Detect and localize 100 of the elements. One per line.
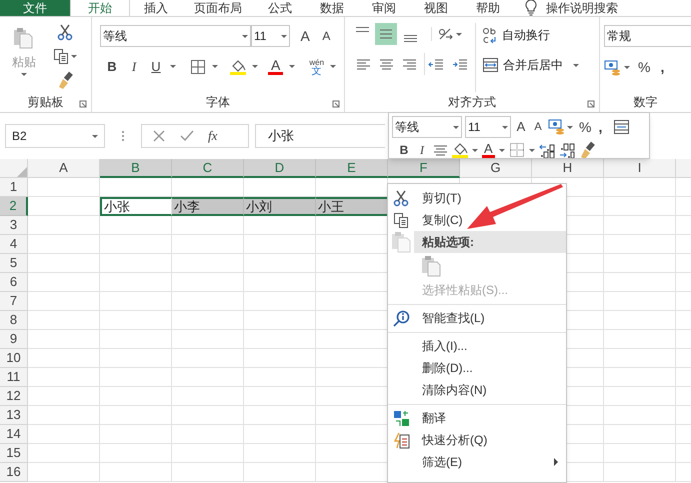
- table-cell[interactable]: [172, 235, 244, 254]
- table-cell[interactable]: [244, 463, 316, 482]
- column-header[interactable]: C: [172, 159, 244, 178]
- table-cell[interactable]: [604, 330, 676, 349]
- ribbon-tab[interactable]: 页面布局: [182, 0, 254, 16]
- table-cell[interactable]: [172, 216, 244, 235]
- table-cell[interactable]: [172, 425, 244, 444]
- ribbon-tab[interactable]: 开始: [70, 0, 130, 16]
- table-cell[interactable]: [244, 444, 316, 463]
- menu-item[interactable]: 翻译: [414, 409, 566, 427]
- table-cell[interactable]: [28, 368, 100, 387]
- table-cell[interactable]: [604, 311, 676, 330]
- table-cell[interactable]: [604, 425, 676, 444]
- name-box[interactable]: B2: [5, 124, 105, 148]
- table-cell[interactable]: 小李: [172, 197, 244, 216]
- row-header[interactable]: 9: [0, 330, 28, 349]
- table-cell[interactable]: [28, 330, 100, 349]
- table-cell[interactable]: [28, 349, 100, 368]
- file-tab[interactable]: 文件: [0, 0, 70, 16]
- table-cell[interactable]: [172, 330, 244, 349]
- table-cell[interactable]: [604, 387, 676, 406]
- table-cell[interactable]: [604, 273, 676, 292]
- table-cell[interactable]: [604, 349, 676, 368]
- table-cell[interactable]: [28, 425, 100, 444]
- menu-item[interactable]: 删除(D)...: [414, 359, 566, 377]
- phonetic-button[interactable]: wén 文: [309, 58, 324, 76]
- table-cell[interactable]: [244, 368, 316, 387]
- table-cell[interactable]: [604, 368, 676, 387]
- search-hint[interactable]: 操作说明搜索: [546, 0, 618, 16]
- table-cell[interactable]: [244, 330, 316, 349]
- row-header[interactable]: 7: [0, 292, 28, 311]
- table-cell[interactable]: [100, 349, 172, 368]
- formula-input[interactable]: 小张: [255, 124, 385, 148]
- table-cell[interactable]: [100, 368, 172, 387]
- row-header[interactable]: 4: [0, 235, 28, 254]
- table-cell[interactable]: [244, 406, 316, 425]
- menu-item[interactable]: 快速分析(Q): [414, 431, 566, 449]
- table-cell[interactable]: [100, 425, 172, 444]
- percent-button[interactable]: %: [579, 116, 592, 138]
- row-header[interactable]: 5: [0, 254, 28, 273]
- menu-item[interactable]: 插入(I)...: [414, 337, 566, 355]
- table-cell[interactable]: [100, 387, 172, 406]
- table-cell[interactable]: [172, 444, 244, 463]
- column-header[interactable]: F: [388, 159, 460, 178]
- table-cell[interactable]: [244, 292, 316, 311]
- underline-button[interactable]: U: [148, 57, 164, 76]
- italic-button[interactable]: I: [415, 141, 429, 158]
- row-header[interactable]: 1: [0, 178, 28, 197]
- table-cell[interactable]: [604, 216, 676, 235]
- font-color-button[interactable]: A: [268, 58, 284, 76]
- table-cell[interactable]: [604, 254, 676, 273]
- menu-item[interactable]: 复制(C): [414, 211, 566, 229]
- table-cell[interactable]: [28, 178, 100, 197]
- row-header[interactable]: 12: [0, 387, 28, 406]
- grow-font-button[interactable]: A: [296, 26, 315, 46]
- table-cell[interactable]: 小王: [316, 197, 388, 216]
- shrink-font-button[interactable]: A: [531, 118, 545, 136]
- row-header[interactable]: 15: [0, 444, 28, 463]
- font-color-button[interactable]: A: [482, 142, 495, 158]
- row-header[interactable]: 10: [0, 349, 28, 368]
- table-cell[interactable]: [172, 292, 244, 311]
- table-cell[interactable]: [28, 311, 100, 330]
- bold-button[interactable]: B: [104, 57, 120, 76]
- table-cell[interactable]: [28, 292, 100, 311]
- table-cell[interactable]: [604, 406, 676, 425]
- ribbon-tab[interactable]: 数据: [306, 0, 358, 16]
- table-cell[interactable]: [244, 311, 316, 330]
- italic-button[interactable]: I: [126, 57, 142, 76]
- table-cell[interactable]: [28, 235, 100, 254]
- table-cell[interactable]: [244, 387, 316, 406]
- merge-center-button[interactable]: 合并后居中: [482, 53, 579, 77]
- table-cell[interactable]: [604, 463, 676, 482]
- bold-button[interactable]: B: [397, 141, 411, 158]
- table-cell[interactable]: [100, 330, 172, 349]
- font-size-field[interactable]: 11: [250, 25, 290, 47]
- table-cell[interactable]: [172, 406, 244, 425]
- ribbon-tab[interactable]: 公式: [254, 0, 306, 16]
- row-header[interactable]: 2: [0, 197, 28, 216]
- row-header[interactable]: 14: [0, 425, 28, 444]
- table-cell[interactable]: [172, 368, 244, 387]
- table-cell[interactable]: [244, 254, 316, 273]
- select-all-corner[interactable]: [0, 159, 28, 178]
- table-cell[interactable]: [244, 349, 316, 368]
- table-cell[interactable]: [172, 254, 244, 273]
- table-cell[interactable]: [100, 444, 172, 463]
- comma-button[interactable]: ,: [598, 116, 602, 138]
- number-format-field[interactable]: 常规: [604, 25, 691, 47]
- table-cell[interactable]: [604, 197, 676, 216]
- font-size-field[interactable]: 11: [465, 116, 511, 138]
- table-cell[interactable]: [28, 216, 100, 235]
- ribbon-tab[interactable]: 帮助: [462, 0, 514, 16]
- menu-item[interactable]: 剪切(T): [414, 189, 566, 207]
- table-cell[interactable]: [172, 387, 244, 406]
- ribbon-tab[interactable]: 视图: [410, 0, 462, 16]
- row-header[interactable]: 8: [0, 311, 28, 330]
- table-cell[interactable]: [244, 273, 316, 292]
- table-cell[interactable]: 小张: [100, 197, 172, 216]
- table-cell[interactable]: [244, 216, 316, 235]
- table-cell[interactable]: [100, 463, 172, 482]
- table-cell[interactable]: [100, 216, 172, 235]
